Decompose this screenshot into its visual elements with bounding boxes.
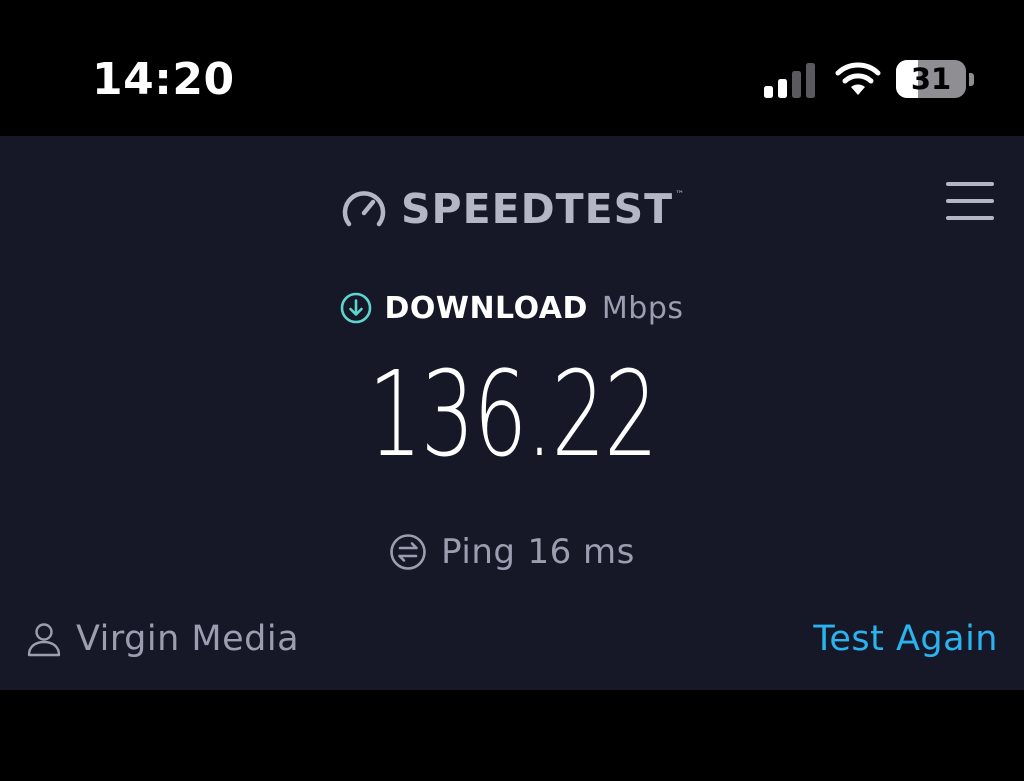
battery-cap [969,73,974,86]
logo-trademark: ™ [675,190,685,200]
download-label: DOWNLOAD [384,290,588,326]
status-time: 14:20 [92,54,235,105]
cellular-signal-icon [764,63,815,98]
download-unit: Mbps [601,290,684,326]
wifi-icon [835,62,881,95]
ping-value: 16 ms [527,532,635,572]
download-heading: DOWNLOAD Mbps [0,286,1024,330]
download-speed-value: 136.22 [0,344,1024,484]
hamburger-menu-icon[interactable] [944,182,996,222]
battery-indicator: 31 [896,60,976,100]
ping-label: Ping [441,532,516,572]
gauge-icon [342,191,386,227]
logo-text: SPEEDTEST [401,185,674,233]
status-bar: 14:20 31 [0,0,1024,136]
battery-body: 31 [896,60,966,98]
speedtest-result-panel: SPEEDTEST ™ DOWNLOAD Mbps 136.22 Ping 16… [0,136,1024,690]
provider-info: Virgin Media [26,616,299,662]
person-icon [27,623,61,657]
ping-circle-icon [390,534,426,570]
speedtest-logo: SPEEDTEST ™ [341,184,684,234]
test-again-button[interactable]: Test Again [813,616,998,662]
phone-screen: 14:20 31 SPEEDTEST ™ DOWNLOAD Mbps 136.2… [0,0,1024,781]
provider-name: Virgin Media [76,619,300,659]
ping-row: Ping 16 ms [0,530,1024,574]
battery-level-text: 31 [910,62,952,96]
download-arrow-circle-icon [341,292,372,324]
bottom-area [0,690,1024,781]
download-speed-number: 136.22 [367,345,658,483]
